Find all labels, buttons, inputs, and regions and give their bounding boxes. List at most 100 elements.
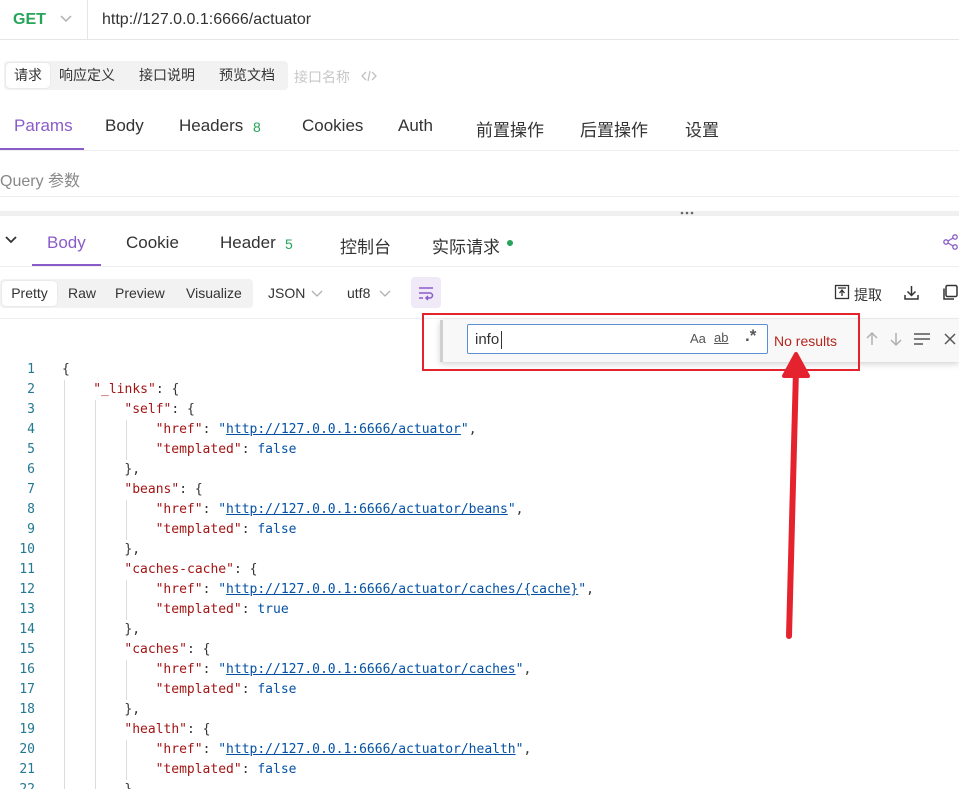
chevron-down-icon[interactable]: [4, 234, 18, 246]
drag-handle-icon[interactable]: [680, 210, 694, 216]
indent-guide: [95, 480, 97, 500]
code-content: "templated": false: [156, 520, 297, 540]
code-token: "href": [155, 582, 203, 597]
arrow-up-icon[interactable]: [864, 331, 880, 347]
url-link[interactable]: http://127.0.0.1:6666/actuator/caches/{c…: [226, 582, 578, 597]
code-token: :: [202, 662, 219, 677]
tab-settings[interactable]: 设置: [685, 116, 719, 141]
url-link[interactable]: http://127.0.0.1:6666/actuator/caches: [226, 662, 516, 677]
indent-guide: [126, 600, 128, 620]
code-token: "beans": [124, 482, 180, 497]
view-mode-raw[interactable]: Raw: [68, 279, 96, 308]
chevron-down-icon[interactable]: [378, 286, 392, 300]
arrow-down-icon[interactable]: [888, 331, 904, 347]
code-content: "href": "http://127.0.0.1:6666/actuator/…: [156, 660, 532, 680]
headers-count-badge: 8: [253, 119, 261, 135]
indent-guide: [64, 660, 65, 680]
line-number: 18: [19, 702, 35, 717]
view-mode-visualize[interactable]: Visualize: [186, 279, 242, 308]
copy-icon[interactable]: [941, 284, 959, 301]
indent-guide: [64, 400, 65, 420]
doc-tab-api-description[interactable]: 接口说明: [139, 61, 195, 90]
indent-guide: [64, 580, 65, 600]
code-token: "caches-cache": [124, 562, 234, 577]
indent-guide: [95, 560, 97, 580]
tab-pre-operations[interactable]: 前置操作: [476, 116, 544, 141]
indent-guide: [64, 600, 65, 620]
word-wrap-button[interactable]: [411, 277, 441, 308]
indent-guide: [95, 400, 97, 420]
code-token: ,: [523, 742, 532, 757]
indent-guide: [64, 460, 65, 480]
format-select[interactable]: JSON: [268, 285, 305, 301]
url-bar: GET http://127.0.0.1:6666/actuator: [0, 0, 959, 40]
indent-guide: [64, 480, 65, 500]
download-icon[interactable]: [903, 284, 920, 301]
response-tab-body[interactable]: Body: [47, 233, 86, 253]
indent-guide: [95, 780, 97, 789]
response-tab-cookie[interactable]: Cookie: [126, 233, 179, 253]
code-token: "self": [124, 402, 172, 417]
code-token: : {: [233, 562, 258, 577]
code-token: ": [218, 422, 227, 437]
code-content: "caches": {: [124, 640, 210, 660]
code-token: false: [257, 522, 297, 537]
chevron-down-icon[interactable]: [310, 286, 324, 300]
doc-tab-request[interactable]: 请求: [6, 63, 50, 88]
find-in-selection-icon[interactable]: [913, 332, 931, 346]
url-input[interactable]: http://127.0.0.1:6666/actuator: [102, 11, 311, 29]
tab-params[interactable]: Params: [14, 116, 73, 136]
indent-guide: [95, 580, 97, 600]
doc-tab-preview-doc[interactable]: 预览文档: [219, 61, 275, 90]
line-number: 12: [19, 582, 35, 597]
code-token: false: [257, 762, 297, 777]
code-token: },: [124, 782, 140, 789]
indent-guide: [64, 520, 65, 540]
line-number: 10: [19, 542, 35, 557]
panel-splitter[interactable]: [0, 211, 959, 216]
code-content: "self": {: [124, 400, 194, 420]
tab-headers[interactable]: Headers: [179, 116, 243, 136]
view-mode-preview[interactable]: Preview: [115, 279, 165, 308]
chevron-down-icon[interactable]: [58, 9, 74, 29]
url-link[interactable]: http://127.0.0.1:6666/actuator/beans: [226, 502, 508, 517]
url-link[interactable]: http://127.0.0.1:6666/actuator/health: [226, 742, 516, 757]
tab-body[interactable]: Body: [105, 116, 144, 136]
view-mode-group: Pretty Raw Preview Visualize: [0, 279, 253, 308]
indent-guide: [95, 640, 97, 660]
doc-tab-response-definition[interactable]: 响应定义: [59, 61, 115, 90]
indent-guide: [95, 500, 97, 520]
code-content: "templated": false: [156, 760, 297, 780]
code-token: :: [241, 762, 258, 777]
response-tab-actual-request[interactable]: 实际请求: [432, 233, 500, 258]
code-content: },: [124, 700, 140, 720]
response-tab-console[interactable]: 控制台: [340, 233, 391, 258]
method-select[interactable]: GET: [13, 11, 46, 29]
line-number: 11: [19, 562, 35, 577]
response-tab-header[interactable]: Header: [220, 233, 276, 253]
extract-button[interactable]: 提取: [854, 285, 882, 305]
code-line: 20 "href": "http://127.0.0.1:6666/actuato…: [0, 740, 959, 760]
view-mode-pretty[interactable]: Pretty: [2, 281, 57, 306]
line-number: 8: [27, 502, 35, 517]
indent-guide: [95, 700, 97, 720]
doc-tabs: 请求 响应定义 接口说明 预览文档: [4, 61, 288, 90]
extract-icon[interactable]: [834, 284, 850, 300]
code-token: ": [507, 502, 516, 517]
api-name-input[interactable]: 接口名称: [294, 67, 350, 87]
code-icon[interactable]: [361, 69, 377, 83]
code-token: :: [241, 682, 258, 697]
code-token: "href": [155, 422, 203, 437]
url-link[interactable]: http://127.0.0.1:6666/actuator: [226, 422, 461, 437]
close-icon[interactable]: [943, 332, 957, 346]
tab-auth[interactable]: Auth: [398, 116, 433, 136]
code-token: :: [241, 442, 258, 457]
code-token: :: [241, 602, 258, 617]
indent-guide: [95, 720, 97, 740]
code-line: 19 "health": {: [0, 720, 959, 740]
indent-guide: [64, 640, 65, 660]
share-icon[interactable]: [942, 233, 959, 251]
encoding-select[interactable]: utf8: [347, 285, 370, 301]
tab-cookies[interactable]: Cookies: [302, 116, 363, 136]
tab-post-operations[interactable]: 后置操作: [580, 116, 648, 141]
